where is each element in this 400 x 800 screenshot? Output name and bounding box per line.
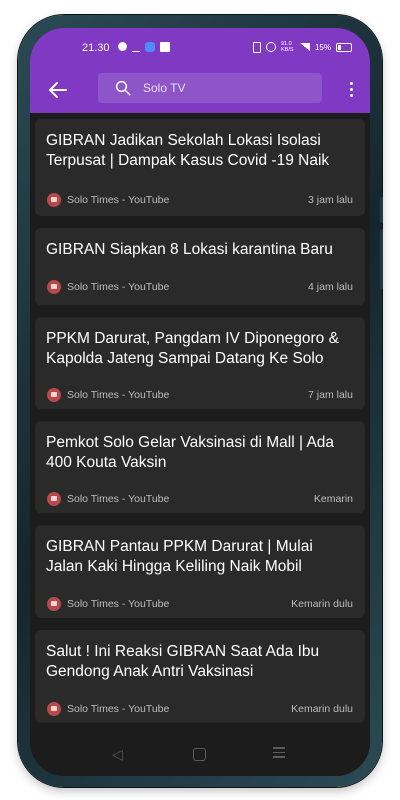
notification-icons — [118, 41, 170, 52]
news-source: Solo Times - YouTube — [67, 598, 170, 610]
status-right: 91.0 KB/S 15% — [252, 41, 352, 53]
linkedin-icon — [160, 41, 170, 52]
news-title: GIBRAN Jadikan Sekolah Lokasi Isolasi Te… — [46, 132, 330, 169]
volume-button — [380, 229, 383, 289]
youtube-icon — [47, 193, 61, 207]
battery-icon — [336, 42, 352, 52]
screen: 21.30 91.0 KB/S 15% Solo TV GIBRAN Jadik… — [30, 28, 370, 776]
youtube-icon — [47, 280, 61, 294]
youtube-icon — [47, 388, 61, 402]
news-time: Kemarin dulu — [291, 598, 353, 610]
news-card[interactable]: PPKM Darurat, Pangdam IV Diponegoro & Ka… — [35, 317, 365, 409]
news-source: Solo Times - YouTube — [67, 194, 170, 206]
messenger-icon — [118, 42, 127, 51]
vibrate-icon — [252, 41, 261, 53]
nav-recents-icon[interactable] — [273, 747, 285, 761]
news-card[interactable]: Pemkot Solo Gelar Vaksinasi di Mall | Ad… — [35, 421, 365, 513]
signal-icon — [299, 43, 310, 51]
status-bar: 21.30 91.0 KB/S 15% — [30, 28, 370, 68]
status-time: 21.30 — [82, 42, 110, 54]
news-card[interactable]: Salut ! Ini Reaksi GIBRAN Saat Ada Ibu G… — [35, 630, 365, 723]
news-source: Solo Times - YouTube — [67, 703, 170, 715]
search-query: Solo TV — [143, 81, 186, 95]
news-title: PPKM Darurat, Pangdam IV Diponegoro & Ka… — [46, 330, 339, 367]
news-title: Pemkot Solo Gelar Vaksinasi di Mall | Ad… — [46, 434, 335, 471]
battery-percent: 15% — [314, 42, 331, 52]
download-icon — [132, 41, 140, 52]
app-bar: Solo TV — [30, 68, 370, 113]
news-title: Salut ! Ini Reaksi GIBRAN Saat Ada Ibu G… — [46, 643, 320, 680]
news-time: 3 jam lalu — [308, 194, 353, 206]
search-bar[interactable]: Solo TV — [98, 73, 322, 103]
news-time: Kemarin dulu — [291, 703, 353, 715]
cloud-icon — [145, 41, 155, 52]
news-source: Solo Times - YouTube — [67, 493, 170, 505]
more-options-icon[interactable] — [350, 80, 356, 100]
news-time: 4 jam lalu — [308, 281, 353, 293]
youtube-icon — [47, 702, 61, 716]
news-card[interactable]: GIBRAN Siapkan 8 Lokasi karantina Baru S… — [35, 228, 365, 305]
news-source: Solo Times - YouTube — [67, 389, 170, 401]
network-speed: 91.0 KB/S — [280, 41, 294, 53]
youtube-icon — [47, 597, 61, 611]
news-card[interactable]: GIBRAN Pantau PPKM Darurat | Mulai Jalan… — [35, 525, 365, 618]
system-nav-bar: ◁ — [30, 736, 370, 776]
nav-home-icon[interactable] — [193, 748, 206, 761]
alarm-icon — [265, 42, 276, 52]
news-source: Solo Times - YouTube — [67, 281, 170, 293]
news-card[interactable]: GIBRAN Jadikan Sekolah Lokasi Isolasi Te… — [35, 119, 365, 216]
back-arrow-icon[interactable] — [46, 78, 70, 102]
news-title: GIBRAN Pantau PPKM Darurat | Mulai Jalan… — [46, 538, 313, 575]
youtube-icon — [47, 492, 61, 506]
power-button — [380, 197, 383, 223]
news-time: 7 jam lalu — [308, 389, 353, 401]
search-icon — [115, 80, 131, 96]
news-title: GIBRAN Siapkan 8 Lokasi karantina Baru — [46, 241, 333, 258]
news-time: Kemarin — [313, 493, 353, 505]
nav-back-icon[interactable]: ◁ — [112, 746, 123, 763]
